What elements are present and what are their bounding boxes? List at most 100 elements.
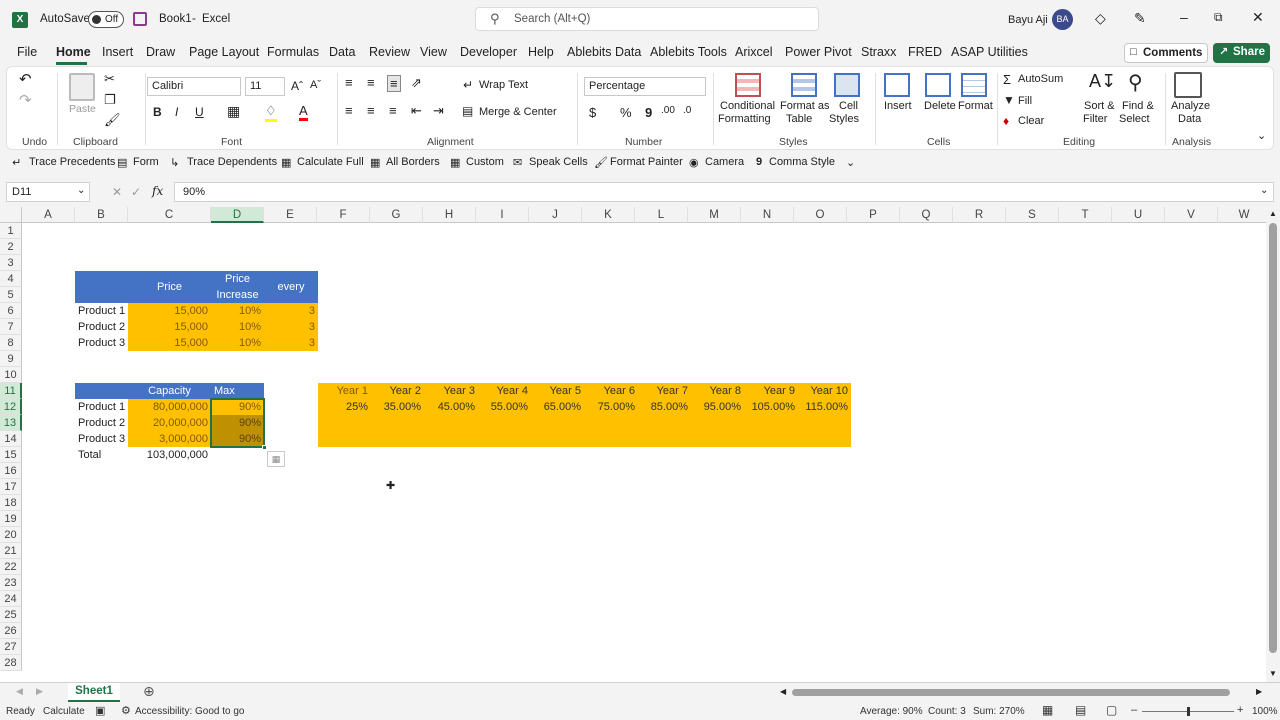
scroll-left-icon[interactable]: ◀ — [780, 687, 786, 696]
column-header-m[interactable]: M — [688, 207, 741, 223]
quick-analysis-icon[interactable]: ▦ — [267, 451, 285, 467]
delete-cells-icon[interactable] — [925, 73, 951, 97]
year-value-9[interactable]: 105.00% — [745, 399, 798, 415]
row-header-22[interactable]: 22 — [0, 559, 22, 575]
increase-font-icon[interactable]: Aˆ — [291, 79, 303, 93]
tab-ablebits-tools[interactable]: Ablebits Tools — [650, 45, 727, 59]
table2-capacity[interactable]: 3,000,000 — [128, 431, 211, 447]
year-label-7[interactable]: Year 7 — [638, 383, 691, 399]
tab-ablebits-data[interactable]: Ablebits Data — [567, 45, 641, 59]
add-sheet-icon[interactable]: ⊕ — [143, 683, 155, 700]
zoom-level[interactable]: 100% — [1252, 706, 1278, 717]
table1-product-label[interactable]: Product 2 — [75, 319, 128, 335]
column-header-f[interactable]: F — [317, 207, 370, 223]
number-format-select[interactable]: Percentage — [584, 77, 706, 96]
paste-icon[interactable] — [69, 73, 95, 101]
year-value-7[interactable]: 85.00% — [638, 399, 691, 415]
trace-precedents-button[interactable]: Trace Precedents — [29, 156, 115, 168]
format-cells-label[interactable]: Format — [958, 100, 993, 112]
conditional-formatting-label-1[interactable]: Conditional — [720, 100, 775, 112]
tab-view[interactable]: View — [420, 45, 447, 59]
calculate-full-button[interactable]: Calculate Full — [297, 156, 364, 168]
row-header-28[interactable]: 28 — [0, 655, 22, 671]
expand-formula-icon[interactable]: ⌄ — [1260, 185, 1268, 196]
year-label-10[interactable]: Year 10 — [798, 383, 851, 399]
year-value-2[interactable]: 35.00% — [371, 399, 424, 415]
align-bottom-icon[interactable]: ≡ — [387, 75, 401, 92]
column-header-e[interactable]: E — [264, 207, 317, 223]
table1-increase[interactable]: 10% — [211, 303, 264, 319]
column-header-o[interactable]: O — [794, 207, 847, 223]
font-color-icon[interactable]: A — [299, 103, 308, 121]
select-all-corner[interactable] — [0, 207, 22, 223]
format-as-table-label-2[interactable]: Table — [786, 113, 812, 125]
table1-every[interactable]: 3 — [264, 319, 318, 335]
column-header-j[interactable]: J — [529, 207, 582, 223]
undo-icon[interactable]: ↶ — [19, 70, 32, 88]
row-header-6[interactable]: 6 — [0, 303, 22, 319]
align-center-icon[interactable]: ≡ — [367, 103, 375, 118]
table2-header-capacity[interactable]: Capacity — [128, 383, 211, 399]
enter-icon[interactable]: ✓ — [131, 185, 141, 199]
tab-formulas[interactable]: Formulas — [267, 45, 319, 59]
row-header-11[interactable]: 11 — [0, 383, 22, 399]
table2-product-label[interactable]: Product 3 — [75, 431, 128, 447]
format-painter-button[interactable]: Format Painter — [610, 156, 683, 168]
cancel-icon[interactable]: ✕ — [112, 185, 122, 199]
close-icon[interactable]: ✕ — [1252, 9, 1264, 26]
decrease-font-icon[interactable]: Aˇ — [310, 79, 321, 91]
zoom-out-icon[interactable]: – — [1131, 704, 1137, 716]
tab-file[interactable]: File — [17, 45, 37, 59]
vertical-scrollbar[interactable]: ▲ ▼ — [1266, 207, 1280, 682]
analyze-data-label-1[interactable]: Analyze — [1171, 100, 1210, 112]
align-right-icon[interactable]: ≡ — [389, 103, 397, 118]
column-header-n[interactable]: N — [741, 207, 794, 223]
column-header-b[interactable]: B — [75, 207, 128, 223]
year-label-4[interactable]: Year 4 — [478, 383, 531, 399]
format-as-table-icon[interactable] — [791, 73, 817, 97]
redo-icon[interactable]: ↷ — [19, 91, 32, 109]
next-sheet-icon[interactable]: ▶ — [36, 686, 43, 697]
row-header-7[interactable]: 7 — [0, 319, 22, 335]
share-button[interactable]: ↗ Share — [1213, 43, 1270, 63]
table1-header-price[interactable]: Price — [128, 271, 211, 303]
year-label-9[interactable]: Year 9 — [745, 383, 798, 399]
column-header-d[interactable]: D — [211, 207, 264, 223]
year-label-5[interactable]: Year 5 — [531, 383, 584, 399]
tab-asap-utilities[interactable]: ASAP Utilities — [951, 45, 1028, 59]
column-header-r[interactable]: R — [953, 207, 1006, 223]
column-header-v[interactable]: V — [1165, 207, 1218, 223]
year-label-1[interactable]: Year 1 — [318, 383, 371, 399]
collapse-ribbon-icon[interactable]: ⌄ — [1257, 129, 1266, 142]
row-header-24[interactable]: 24 — [0, 591, 22, 607]
row-header-12[interactable]: 12 — [0, 399, 22, 415]
cut-icon[interactable]: ✂ — [104, 71, 115, 87]
insert-cells-icon[interactable] — [884, 73, 910, 97]
table1-header-every[interactable]: every — [264, 271, 318, 303]
tab-help[interactable]: Help — [528, 45, 554, 59]
row-header-18[interactable]: 18 — [0, 495, 22, 511]
row-header-25[interactable]: 25 — [0, 607, 22, 623]
cell-styles-label-1[interactable]: Cell — [839, 100, 858, 112]
tab-draw[interactable]: Draw — [146, 45, 175, 59]
trace-dependents-button[interactable]: Trace Dependents — [187, 156, 277, 168]
tab-data[interactable]: Data — [329, 45, 355, 59]
format-as-table-label-1[interactable]: Format as — [780, 100, 830, 112]
font-size-select[interactable]: 11 — [245, 77, 285, 96]
column-header-a[interactable]: A — [22, 207, 75, 223]
tab-insert[interactable]: Insert — [102, 45, 133, 59]
table1-increase[interactable]: 10% — [211, 319, 264, 335]
tab-power-pivot[interactable]: Power Pivot — [785, 45, 852, 59]
row-header-8[interactable]: 8 — [0, 335, 22, 351]
column-header-p[interactable]: P — [847, 207, 900, 223]
column-header-k[interactable]: K — [582, 207, 635, 223]
year-label-8[interactable]: Year 8 — [691, 383, 744, 399]
row-header-20[interactable]: 20 — [0, 527, 22, 543]
decrease-decimal-icon[interactable]: .0 — [683, 105, 691, 116]
table1-price[interactable]: 15,000 — [128, 303, 211, 319]
user-avatar[interactable]: BA — [1052, 9, 1073, 30]
fill-button[interactable]: Fill — [1018, 95, 1032, 107]
table1-every[interactable]: 3 — [264, 303, 318, 319]
scroll-thumb[interactable] — [1269, 223, 1277, 653]
italic-icon[interactable]: I — [175, 105, 178, 119]
